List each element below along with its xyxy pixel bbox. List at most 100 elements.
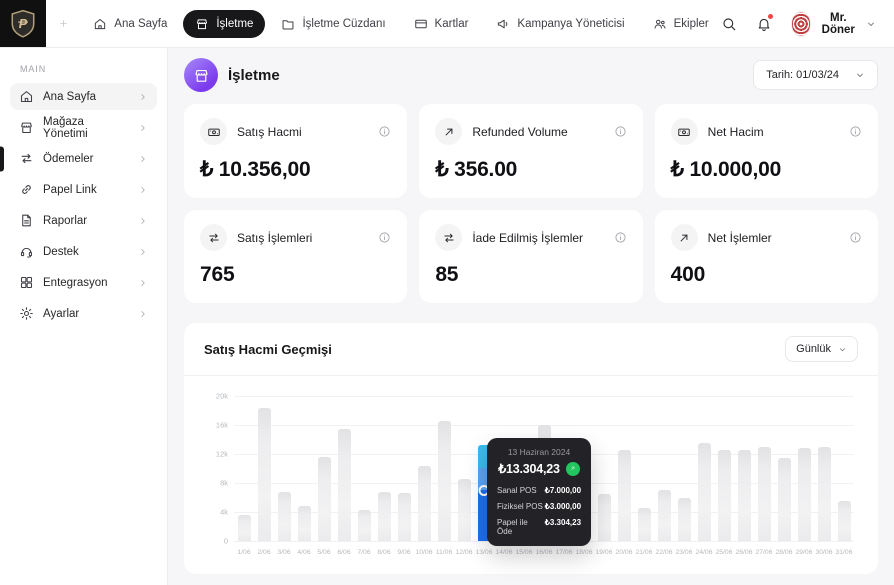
nav-item-ekipler[interactable]: Ekipler (641, 10, 721, 38)
bar-11-06[interactable] (437, 420, 451, 541)
bar-12-06[interactable] (457, 478, 471, 541)
x-axis-tick: 30/06 (815, 549, 833, 556)
bar-26-06[interactable] (737, 450, 751, 541)
x-axis-tick: 27/06 (755, 549, 773, 556)
info-icon[interactable] (614, 125, 627, 138)
tooltip-date: 13 Haziran 2024 (507, 447, 571, 457)
sidebar-item-label: Ayarlar (43, 307, 80, 320)
link-icon (19, 182, 34, 197)
x-axis-tick: 2/06 (257, 549, 271, 556)
add-icon[interactable] (58, 18, 69, 29)
bar-9-06[interactable] (397, 493, 411, 541)
nav-item-isletme[interactable]: İşletme (183, 9, 266, 38)
bar-5-06[interactable] (317, 456, 331, 541)
avatar (790, 10, 811, 37)
bar-23-06[interactable] (677, 497, 691, 541)
bar-27-06[interactable] (757, 446, 771, 541)
stat-label: Refunded Volume (472, 124, 568, 139)
period-select[interactable]: Günlük (785, 336, 858, 362)
nav-item-label: Kampanya Yöneticisi (517, 17, 625, 30)
bar-3-06[interactable] (277, 491, 291, 541)
x-axis-tick: 11/06 (435, 549, 453, 556)
sidebar-item-odemeler[interactable]: Ödemeler (0, 145, 157, 172)
bar-31-06[interactable] (837, 501, 851, 541)
chevron-down-icon (855, 70, 865, 80)
bar-1-06[interactable] (237, 514, 251, 541)
search-icon[interactable] (721, 16, 737, 32)
bar-25-06[interactable] (717, 450, 731, 541)
transfer-icon (19, 151, 34, 166)
sidebar-item-raporlar[interactable]: Raporlar (10, 207, 157, 234)
notifications-button[interactable] (756, 13, 773, 32)
stat-card-net-hacim: Net Hacim ₺ 10.000,00 (654, 104, 878, 198)
info-icon[interactable] (378, 125, 391, 138)
info-icon[interactable] (849, 231, 862, 244)
bar-30-06[interactable] (817, 446, 831, 541)
x-axis-tick: 29/06 (795, 549, 813, 556)
tooltip-row-value: ₺7.000,00 (544, 486, 582, 495)
stat-value: ₺ 10.000,00 (670, 158, 782, 181)
page-title: İşletme (228, 66, 280, 84)
nav-item-ana-sayfa[interactable]: Ana Sayfa (81, 10, 179, 38)
y-axis-tick: 20k (215, 391, 228, 401)
chevron-right-icon (138, 123, 148, 133)
sidebar-item-ana-sayfa[interactable]: Ana Sayfa (10, 83, 157, 110)
bar-4-06[interactable] (297, 505, 311, 541)
bar-20-06[interactable] (617, 450, 631, 541)
nav-item-kampanya-yoneticisi[interactable]: Kampanya Yöneticisi (484, 10, 636, 38)
x-axis-tick: 24/06 (695, 549, 713, 556)
grid-icon (19, 275, 34, 290)
x-axis-tick: 26/06 (735, 549, 753, 556)
papel-logo[interactable]: P (0, 0, 47, 47)
chevron-down-icon (866, 19, 876, 29)
stats-grid: Satış Hacmi ₺ 10.356,00 Refunded Volume ₺ 3… (184, 104, 878, 303)
store-icon (195, 17, 209, 31)
bar-24-06[interactable] (697, 443, 711, 541)
sidebar-item-magaza-yonetimi[interactable]: Mağaza Yönetimi (10, 114, 157, 141)
svg-text:P: P (19, 15, 28, 30)
bar-19-06[interactable] (597, 493, 611, 541)
x-axis-tick: 9/06 (397, 549, 411, 556)
sidebar-item-label: Destek (43, 245, 79, 258)
bar-10-06[interactable] (417, 466, 431, 541)
nav-item-kartlar[interactable]: Kartlar (402, 10, 481, 38)
info-icon[interactable] (614, 231, 627, 244)
info-icon[interactable] (378, 231, 391, 244)
store-icon (193, 67, 210, 84)
people-icon (653, 17, 667, 31)
chart-title: Satış Hacmi Geçmişi (204, 341, 332, 357)
date-filter-select[interactable]: Tarih: 01/03/24 (753, 60, 878, 90)
bar-6-06[interactable] (337, 429, 351, 541)
wallet-icon (281, 17, 295, 31)
user-menu[interactable]: Mr. Döner (790, 10, 876, 37)
bar-21-06[interactable] (637, 508, 651, 541)
bar-2-06[interactable] (257, 408, 271, 541)
x-axis-tick: 8/06 (377, 549, 391, 556)
stat-card-satis-islemleri: Satış İşlemleri 765 (184, 210, 408, 303)
nav-item-label: İşletme Cüzdanı (302, 17, 386, 30)
sidebar-item-destek[interactable]: Destek (10, 238, 157, 265)
sidebar-item-label: Entegrasyon (43, 276, 108, 289)
chevron-right-icon (138, 154, 148, 164)
stat-card-net-islemler: Net İşlemler 400 (654, 210, 878, 303)
bar-7-06[interactable] (357, 509, 371, 541)
megaphone-icon (496, 17, 510, 31)
tooltip-row: Sanal POS ₺7.000,00 (497, 486, 581, 495)
sidebar-item-entegrasyon[interactable]: Entegrasyon (10, 269, 157, 296)
info-icon[interactable] (849, 125, 862, 138)
active-indicator (0, 146, 4, 171)
arrow-up-right-icon (569, 465, 576, 472)
x-axis-tick: 14/06 (495, 549, 513, 556)
nav-item-isletme-cuzdani[interactable]: İşletme Cüzdanı (269, 10, 397, 38)
sidebar-item-papel-link[interactable]: Papel Link (10, 176, 157, 203)
sidebar-item-ayarlar[interactable]: Ayarlar (10, 300, 157, 327)
bar-22-06[interactable] (657, 490, 671, 541)
x-axis-tick: 19/06 (595, 549, 613, 556)
bar-29-06[interactable] (797, 448, 811, 541)
bar-8-06[interactable] (377, 492, 391, 541)
transfer-icon (207, 231, 221, 245)
cash-icon (207, 125, 221, 139)
nav-item-label: Ekipler (673, 17, 709, 30)
bar-28-06[interactable] (777, 457, 791, 541)
arrow-up-right-icon (442, 125, 456, 139)
